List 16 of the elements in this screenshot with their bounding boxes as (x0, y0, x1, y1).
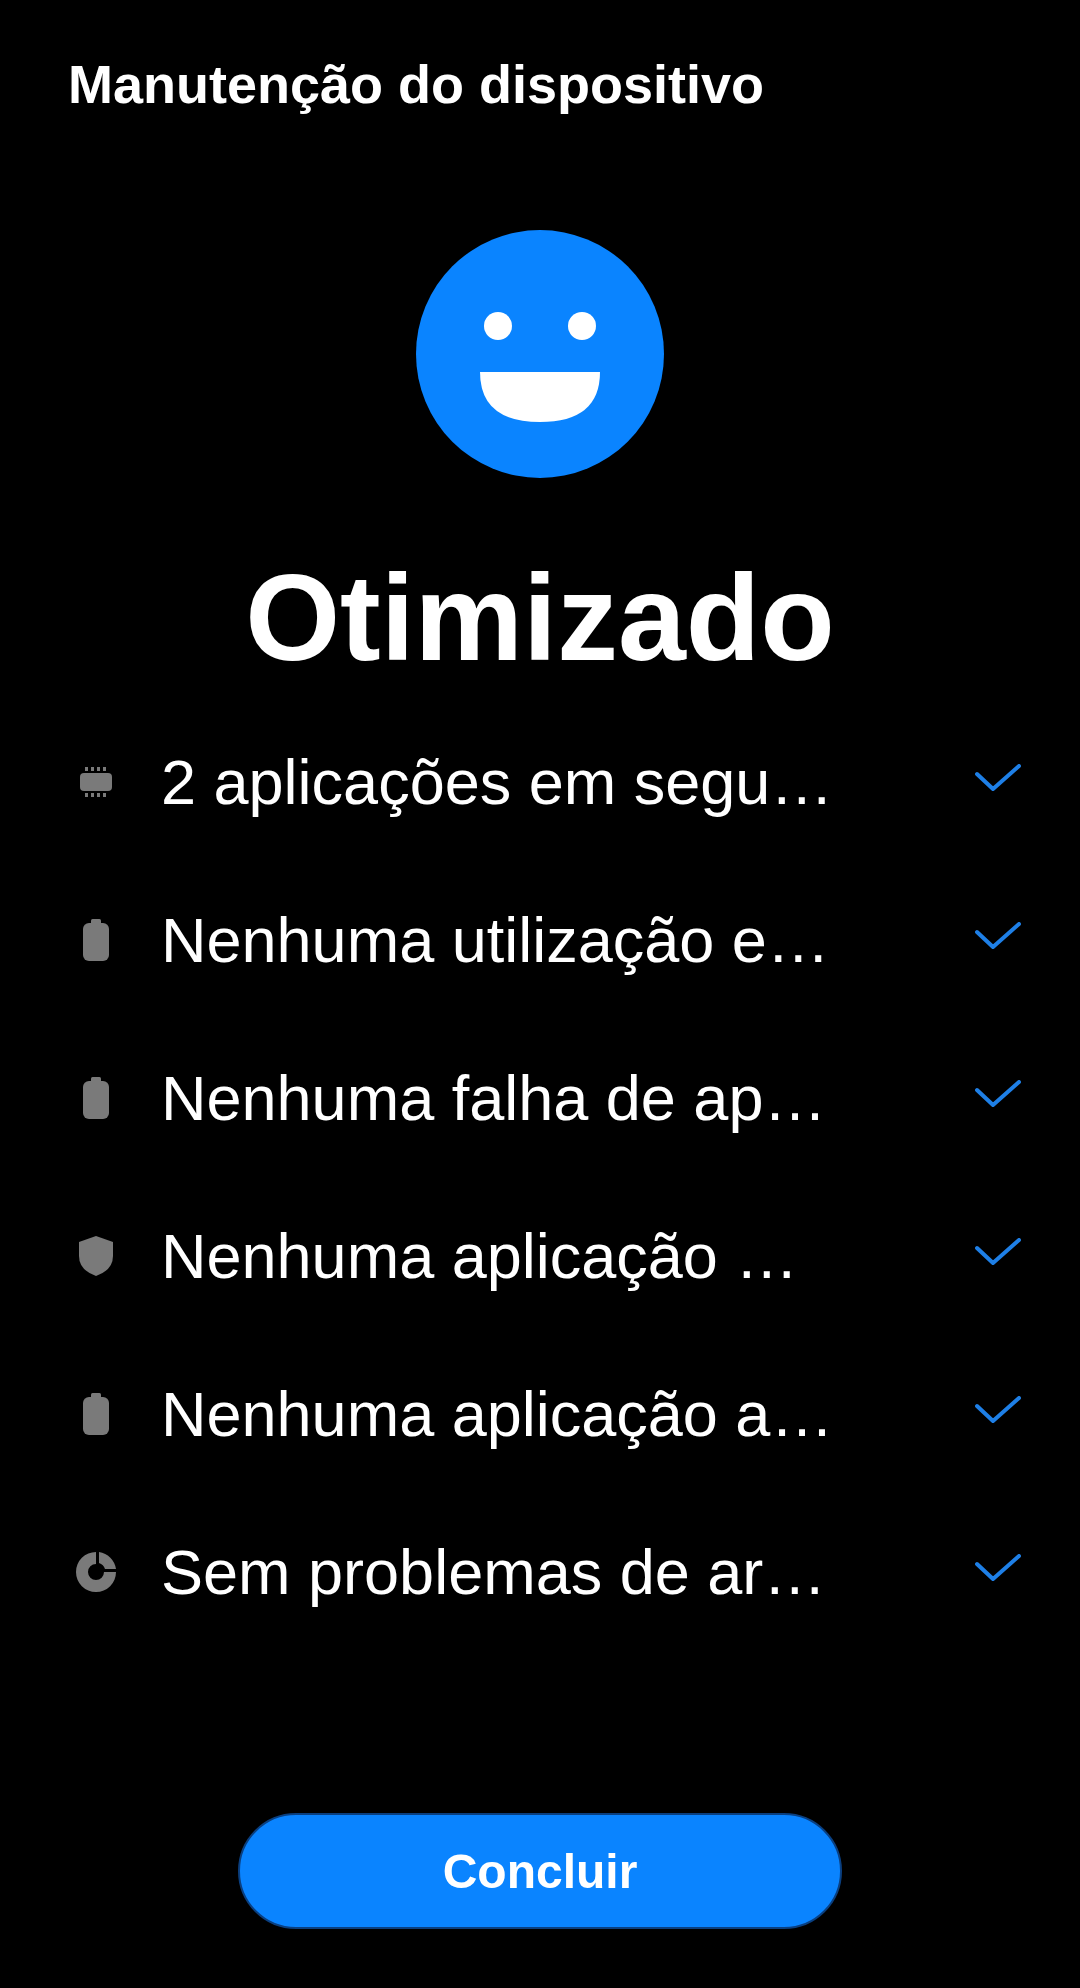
battery-icon (82, 919, 110, 961)
check-item-text: Nenhuma falha de ap… (161, 1062, 828, 1134)
check-item-text: Nenhuma aplicação … (161, 1220, 800, 1292)
status-heading: Otimizado (245, 549, 835, 688)
check-item-text: Nenhuma utilização e… (161, 904, 831, 976)
check-item-text: Sem problemas de ar… (161, 1536, 828, 1608)
check-item-text: 2 aplicações em segu… (161, 746, 835, 818)
check-item-text: Nenhuma aplicação a… (161, 1378, 835, 1450)
shield-icon (79, 1236, 113, 1276)
smiley-face-icon (416, 230, 664, 478)
battery-icon (82, 1077, 110, 1119)
pie-chart-icon (76, 1552, 116, 1592)
battery-icon (82, 1393, 110, 1435)
page-title: Manutenção do dispositivo (68, 53, 765, 116)
done-button[interactable]: Concluir (238, 1813, 842, 1929)
chip-icon (79, 767, 113, 797)
